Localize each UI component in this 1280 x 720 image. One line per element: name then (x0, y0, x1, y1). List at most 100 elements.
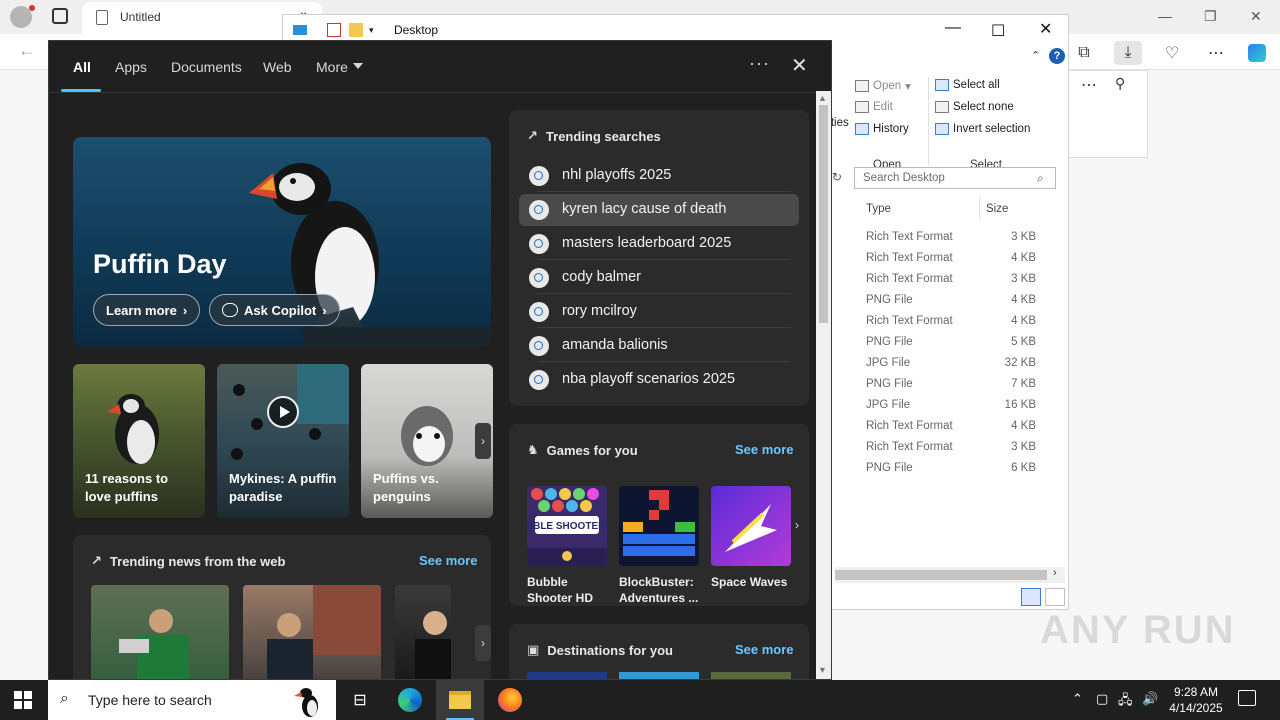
destination-thumbnail[interactable] (619, 672, 699, 679)
notification-center-icon[interactable] (1238, 690, 1256, 706)
scroll-down-icon[interactable]: ▼ (818, 665, 827, 675)
horizontal-scrollbar[interactable]: › (835, 567, 1065, 583)
destination-thumbnail[interactable] (711, 672, 791, 679)
story-card[interactable]: Mykines: A puffin paradise (217, 364, 349, 518)
trending-search-item[interactable]: amanda balionis (519, 330, 799, 362)
explorer-minimize-icon[interactable]: — (945, 19, 961, 37)
browser-close-icon[interactable]: ✕ (1250, 8, 1262, 25)
file-row[interactable]: Rich Text Format 4 KB (866, 417, 1056, 438)
file-row[interactable]: Rich Text Format 3 KB (866, 270, 1056, 291)
cards-next-icon[interactable]: › (475, 423, 491, 459)
file-row[interactable]: Rich Text Format 3 KB (866, 228, 1056, 249)
trending-news-see-more[interactable]: See more (419, 553, 478, 568)
trending-search-item[interactable]: rory mcilroy (519, 296, 799, 328)
trending-search-item[interactable]: cody balmer (519, 262, 799, 294)
news-next-icon[interactable]: › (475, 625, 491, 661)
hero-card[interactable]: Puffin Day Learn more › Ask Copilot › (73, 137, 491, 347)
pin-icon[interactable]: ⚲ (1115, 75, 1125, 92)
back-icon[interactable]: ← (18, 40, 36, 61)
task-view-button[interactable]: ⊟ (336, 680, 384, 720)
news-thumbnail[interactable] (91, 585, 229, 679)
browser-restore-icon[interactable]: ❐ (1204, 8, 1217, 25)
tab-apps[interactable]: Apps (115, 59, 147, 75)
scroll-right-icon[interactable]: › (1053, 567, 1057, 579)
taskbar-file-explorer[interactable] (436, 680, 484, 720)
refresh-icon[interactable]: ↻ (832, 170, 842, 184)
file-row[interactable]: JPG File 32 KB (866, 354, 1056, 375)
browser-minimize-icon[interactable]: — (1158, 8, 1172, 24)
select-none-button[interactable]: Select none (935, 101, 1014, 113)
file-row[interactable]: Rich Text Format 4 KB (866, 312, 1056, 333)
more-icon[interactable]: ⋯ (1081, 75, 1097, 95)
scrollbar-thumb[interactable] (819, 105, 828, 323)
taskbar-firefox[interactable] (486, 680, 534, 720)
history-button[interactable]: History (855, 123, 909, 135)
properties-qa-icon[interactable] (327, 23, 341, 37)
story-card[interactable]: 11 reasons to love puffins (73, 364, 205, 518)
file-row[interactable]: Rich Text Format 4 KB (866, 249, 1056, 270)
tab-actions-icon[interactable] (52, 8, 68, 24)
trending-search-item[interactable]: masters leaderboard 2025 (519, 228, 799, 260)
file-row[interactable]: PNG File 6 KB (866, 459, 1056, 480)
taskbar-edge[interactable] (386, 680, 434, 720)
start-button[interactable] (14, 691, 32, 709)
select-all-button[interactable]: Select all (935, 79, 1000, 91)
file-row[interactable]: PNG File 4 KB (866, 291, 1056, 312)
file-row[interactable]: PNG File 5 KB (866, 333, 1056, 354)
explorer-maximize-icon[interactable]: ☐ (991, 21, 1005, 41)
open-button[interactable]: Open ▾ (855, 79, 911, 93)
file-row[interactable]: Rich Text Format 3 KB (866, 438, 1056, 459)
ask-copilot-button[interactable]: Ask Copilot › (209, 294, 340, 326)
taskbar-search-box[interactable]: ⌕ Type here to search (48, 680, 336, 720)
invert-selection-button[interactable]: Invert selection (935, 123, 1030, 135)
tab-more[interactable]: More (316, 59, 348, 75)
network-icon[interactable]: 🖧 (1118, 691, 1133, 713)
game-thumbnail-space-waves[interactable] (711, 486, 791, 566)
more-options-icon[interactable]: ··· (749, 53, 770, 74)
ribbon-collapse-icon[interactable]: ⌃ (1031, 49, 1040, 62)
browser-essentials-icon[interactable]: ♡ (1158, 41, 1186, 65)
destination-thumbnail[interactable] (527, 672, 607, 679)
story-card[interactable]: Puffins vs. penguins (361, 364, 493, 518)
file-row[interactable]: JPG File 16 KB (866, 396, 1056, 417)
show-hidden-icons-icon[interactable]: ⌃ (1072, 691, 1083, 707)
game-thumbnail-blockbuster[interactable] (619, 486, 699, 566)
clock[interactable]: 9:28 AM 4/14/2025 (1156, 684, 1236, 716)
news-thumbnail[interactable] (395, 585, 451, 679)
device-icon[interactable]: ▢ (1096, 691, 1108, 707)
qa-dropdown-icon[interactable]: ▾ (369, 25, 383, 39)
large-icons-view-icon[interactable] (1045, 588, 1065, 606)
trending-search-item[interactable]: nba playoff scenarios 2025 (519, 364, 799, 396)
scrollbar-thumb[interactable] (835, 570, 1047, 580)
settings-more-icon[interactable]: ⋯ (1202, 41, 1230, 65)
new-folder-qa-icon[interactable] (349, 23, 363, 37)
flyout-scrollbar[interactable]: ▲ ▼ (816, 91, 831, 679)
tab-documents[interactable]: Documents (171, 59, 242, 75)
help-icon[interactable]: ? (1049, 48, 1065, 64)
column-header-size[interactable]: Size (986, 203, 1008, 215)
collections-icon[interactable]: ⧉ (1070, 41, 1098, 65)
explorer-search-input[interactable]: Search Desktop ⌕ (854, 167, 1056, 189)
copilot-icon[interactable] (1248, 44, 1266, 62)
destinations-see-more[interactable]: See more (735, 642, 794, 657)
tab-web[interactable]: Web (263, 59, 292, 75)
downloads-icon[interactable]: ⤓ (1114, 41, 1142, 65)
explorer-close-icon[interactable]: ✕ (1039, 19, 1052, 39)
tab-all[interactable]: All (73, 59, 91, 75)
trending-search-item[interactable]: kyren lacy cause of death (519, 194, 799, 226)
games-next-icon[interactable]: › (795, 518, 799, 532)
news-thumbnail[interactable] (243, 585, 381, 679)
edit-button[interactable]: Edit (855, 101, 893, 113)
flyout-close-icon[interactable]: ✕ (791, 53, 808, 78)
column-header-type[interactable]: Type (866, 203, 891, 215)
file-row[interactable]: PNG File 7 KB (866, 375, 1056, 396)
play-video-icon[interactable] (267, 396, 299, 428)
column-separator[interactable] (979, 197, 980, 219)
scroll-up-icon[interactable]: ▲ (818, 93, 827, 103)
more-dropdown-icon[interactable] (353, 63, 363, 69)
learn-more-button[interactable]: Learn more › (93, 294, 201, 326)
game-thumbnail-bubble-shooter[interactable]: BUBBLE SHOOTER HD (527, 486, 607, 566)
games-see-more[interactable]: See more (735, 442, 794, 457)
trending-search-item[interactable]: nhl playoffs 2025 (519, 160, 799, 192)
details-view-icon[interactable] (1021, 588, 1041, 606)
